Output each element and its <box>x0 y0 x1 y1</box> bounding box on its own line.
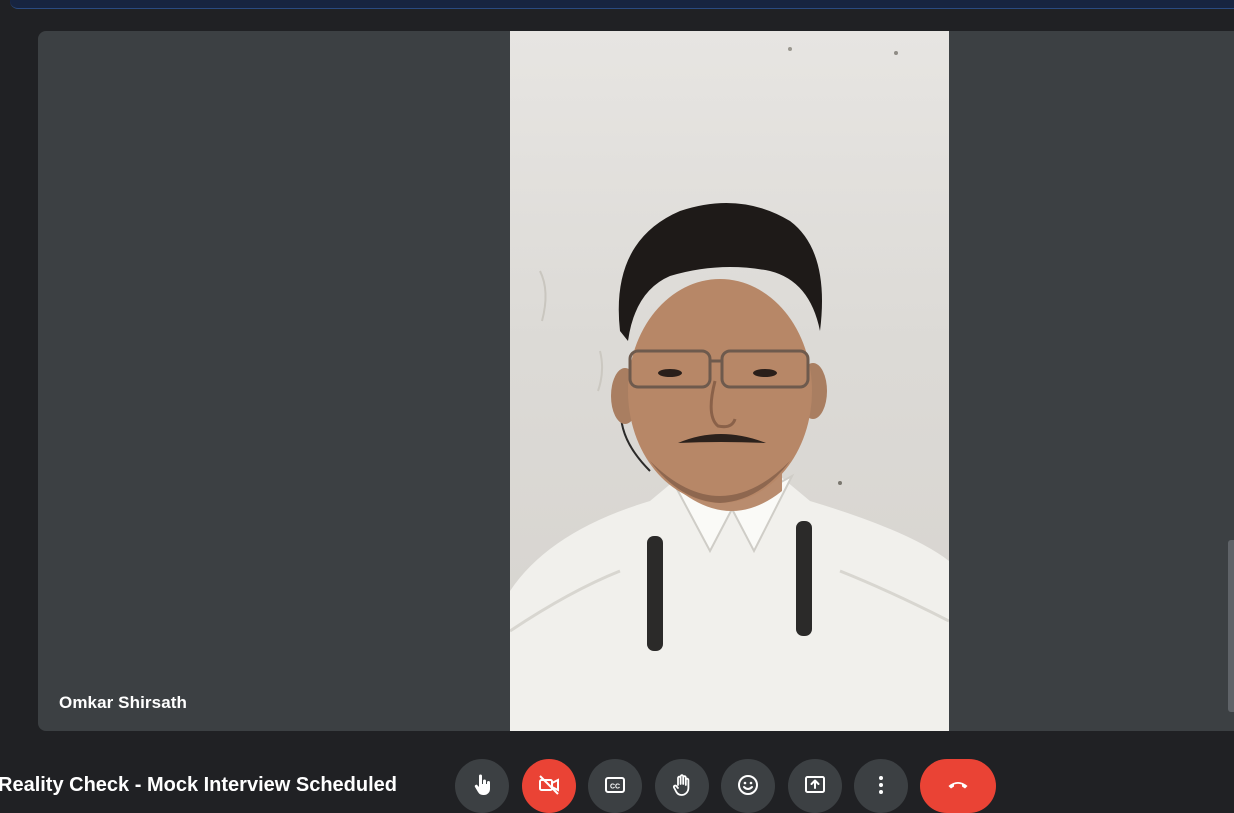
browser-address-bar[interactable] <box>10 0 1234 9</box>
raise-hand-icon <box>673 774 690 796</box>
end-call-icon <box>948 782 968 789</box>
meeting-title: Reality Check - Mock Interview Scheduled <box>0 774 398 796</box>
mic-button[interactable] <box>455 759 509 813</box>
more-vert-icon <box>879 776 883 794</box>
reactions-button[interactable] <box>721 759 775 813</box>
participant-name: Omkar Shirsath <box>59 693 188 712</box>
participant-tile: Omkar Shirsath <box>38 31 1234 731</box>
camera-off-icon <box>539 775 559 795</box>
browser-tab-strip <box>0 0 1234 14</box>
emoji-icon <box>738 775 758 795</box>
present-screen-button[interactable] <box>788 759 842 813</box>
meeting-toolbar: Reality Check - Mock Interview Scheduled… <box>0 745 1234 813</box>
participant-video <box>510 31 949 731</box>
participant-video-frame <box>510 47 949 731</box>
raise-hand-button[interactable] <box>655 759 709 813</box>
present-screen-icon <box>805 776 825 793</box>
more-options-button[interactable] <box>854 759 908 813</box>
camera-toggle-button[interactable] <box>522 759 576 813</box>
side-scrollbar[interactable] <box>1228 540 1234 712</box>
leave-call-button[interactable] <box>920 759 996 813</box>
captions-icon: CC <box>605 777 625 793</box>
hand-pointer-icon <box>474 774 490 795</box>
captions-button[interactable]: CC <box>588 759 642 813</box>
svg-text:CC: CC <box>610 784 620 791</box>
